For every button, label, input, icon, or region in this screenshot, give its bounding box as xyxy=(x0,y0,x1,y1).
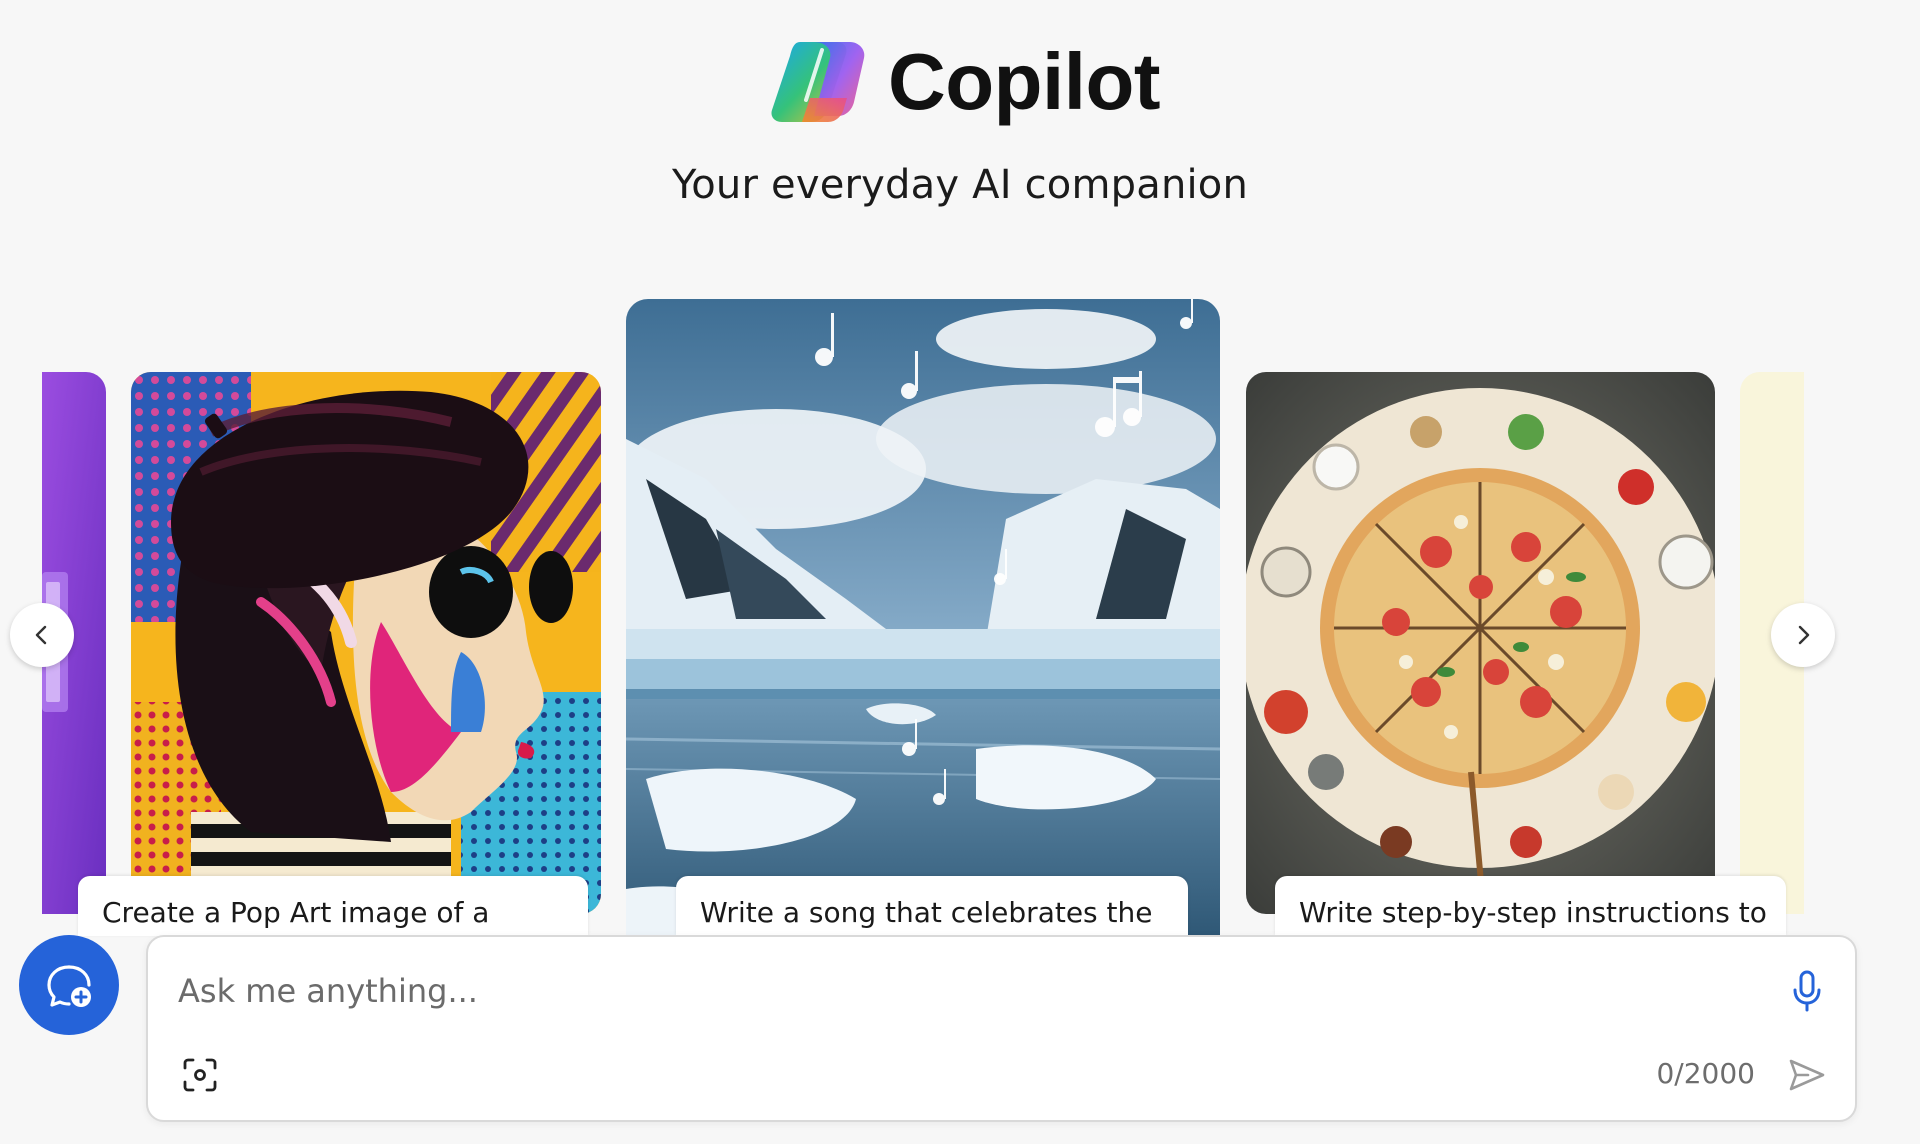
character-count: 0/2000 xyxy=(1656,1057,1755,1090)
send-button[interactable] xyxy=(1785,1053,1829,1097)
suggestion-carousel: Create a Pop Art image of a Write a song… xyxy=(0,296,1920,936)
carousel-next-button[interactable] xyxy=(1771,603,1835,667)
visual-search-icon xyxy=(183,1058,217,1092)
card-caption[interactable]: Create a Pop Art image of a xyxy=(78,876,588,936)
new-topic-icon xyxy=(47,965,91,1007)
copilot-logo-icon xyxy=(771,42,865,122)
arctic-image xyxy=(626,299,1220,936)
visual-search-button[interactable] xyxy=(180,1055,220,1095)
brand-name: Copilot xyxy=(888,37,1160,126)
tagline: Your everyday AI companion xyxy=(671,162,1249,208)
brand: Copilot xyxy=(770,36,1160,128)
pizza-image xyxy=(1246,372,1715,914)
microphone-icon xyxy=(1793,970,1821,1012)
send-icon xyxy=(1789,1059,1825,1091)
chevron-right-icon xyxy=(1798,625,1810,645)
header: Copilot Your everyday AI companion xyxy=(0,36,1920,209)
chat-input[interactable] xyxy=(178,963,1738,1019)
chevron-left-icon xyxy=(35,625,47,645)
new-topic-button[interactable] xyxy=(19,935,119,1035)
card-caption[interactable]: Write step-by-step instructions to xyxy=(1275,876,1786,936)
carousel-card-arctic[interactable] xyxy=(626,299,1220,936)
chat-composer: 0/2000 xyxy=(146,935,1857,1122)
carousel-prev-button[interactable] xyxy=(10,603,74,667)
pop-art-image xyxy=(131,372,601,914)
carousel-card-popart[interactable] xyxy=(131,372,601,914)
microphone-button[interactable] xyxy=(1785,963,1829,1019)
card-caption[interactable]: Write a song that celebrates the xyxy=(676,876,1188,936)
carousel-card-pizza[interactable] xyxy=(1246,372,1715,914)
